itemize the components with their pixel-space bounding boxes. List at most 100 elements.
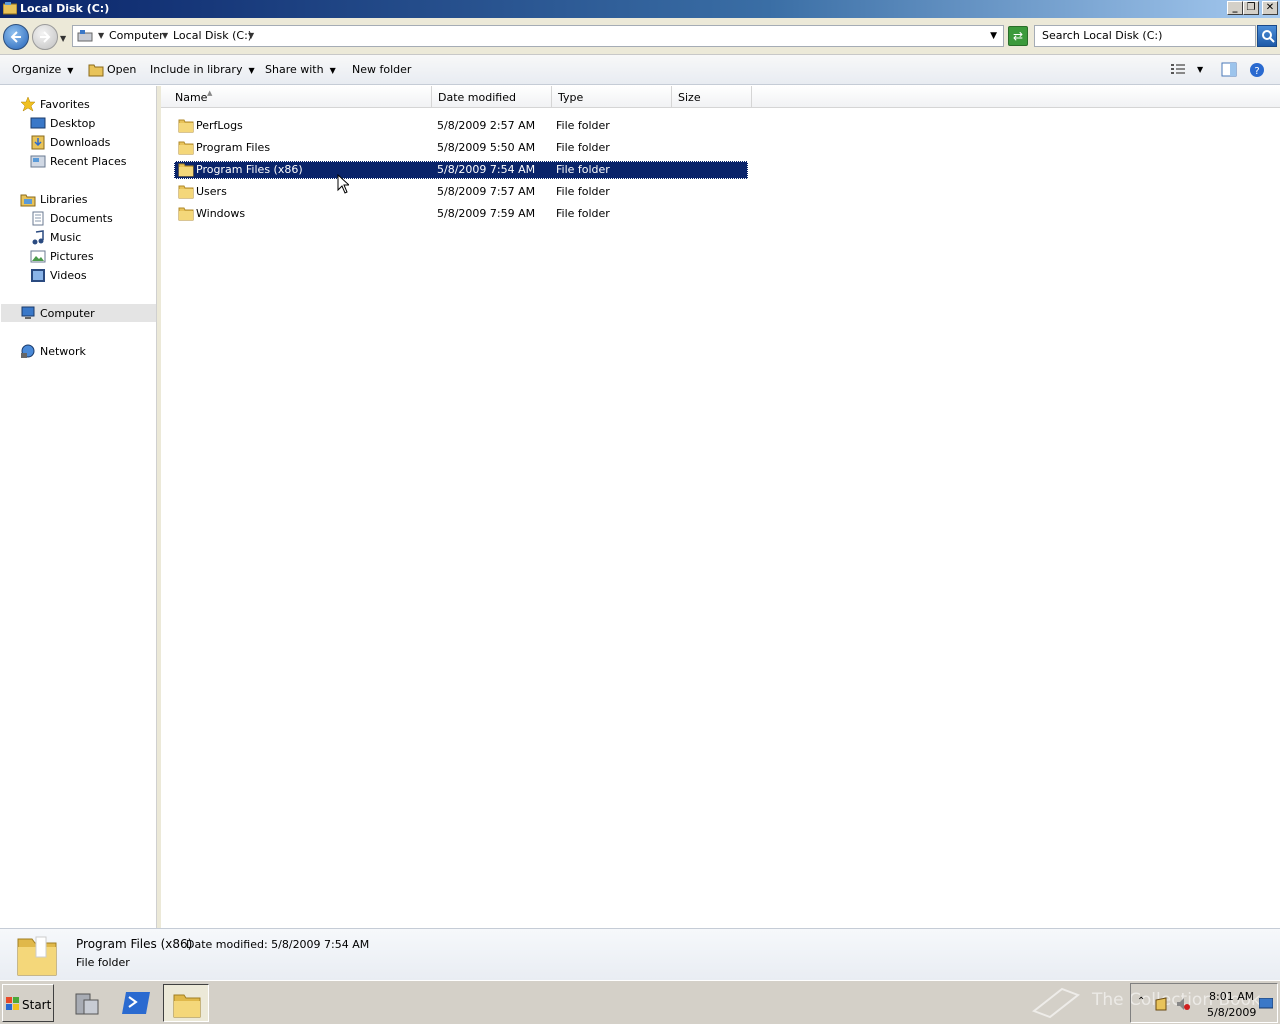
nav-recent-label: Recent Places — [50, 155, 127, 168]
start-button[interactable]: Start — [2, 984, 54, 1022]
view-options-icon[interactable] — [1170, 62, 1186, 77]
windows-logo-icon — [6, 997, 19, 1010]
videos-icon — [31, 269, 45, 282]
back-button[interactable] — [3, 24, 29, 50]
folder-icon — [178, 207, 194, 221]
taskbar-powershell[interactable] — [114, 984, 160, 1022]
file-date: 5/8/2009 7:59 AM — [437, 207, 536, 220]
title-bar: Local Disk (C:) _ ❐ ✕ — [0, 0, 1280, 18]
sort-ascending-icon: ▲ — [207, 89, 213, 97]
action-center-icon[interactable] — [1153, 996, 1169, 1012]
crumb-arrow-icon[interactable]: ▼ — [248, 31, 254, 40]
table-row-selected[interactable]: Program Files (x86) 5/8/2009 7:54 AM Fil… — [174, 161, 748, 179]
music-icon — [32, 230, 44, 245]
file-type: File folder — [556, 185, 610, 198]
taskbar-server-manager[interactable] — [64, 984, 110, 1022]
mouse-cursor-icon — [337, 174, 349, 194]
file-type: File folder — [556, 207, 610, 220]
new-folder-button[interactable]: New folder — [352, 63, 411, 76]
column-date-label: Date modified — [438, 91, 516, 104]
folder-icon — [178, 141, 194, 155]
nav-computer-label: Computer — [40, 307, 95, 320]
column-header-date[interactable]: Date modified — [432, 86, 552, 108]
nav-network-label: Network — [40, 345, 86, 358]
column-size-label: Size — [678, 91, 701, 104]
share-label: Share with — [265, 63, 324, 76]
back-arrow-icon — [10, 31, 21, 43]
show-desktop-icon[interactable] — [1259, 998, 1273, 1010]
downloads-icon — [31, 135, 45, 150]
table-row[interactable]: Program Files 5/8/2009 5:50 AM File fold… — [174, 139, 748, 157]
details-name: Program Files (x86) — [76, 937, 193, 951]
command-bar: Organize ▼ Open Include in library ▼ Share… — [0, 55, 1280, 85]
recent-places-icon — [30, 155, 46, 168]
crumb-arrow-icon[interactable]: ▼ — [162, 31, 168, 40]
server-manager-icon — [75, 993, 99, 1015]
crumb-arrow-icon[interactable]: ▼ — [98, 31, 104, 40]
open-folder-icon — [88, 64, 104, 77]
search-input[interactable]: Search Local Disk (C:) — [1034, 25, 1256, 47]
folder-icon — [178, 163, 194, 177]
documents-icon — [32, 211, 44, 226]
large-folder-icon — [17, 936, 57, 976]
show-hidden-icons-icon[interactable]: ⌃ — [1137, 996, 1145, 1007]
table-row[interactable]: PerfLogs 5/8/2009 2:57 AM File folder — [174, 117, 748, 135]
file-name: Windows — [196, 207, 246, 220]
navigation-pane: Favorites Desktop Downloads Recent Place… — [0, 86, 157, 928]
crumb-computer[interactable]: Computer — [109, 29, 164, 42]
include-in-library-button[interactable]: Include in library ▼ — [150, 63, 255, 76]
file-name: PerfLogs — [196, 119, 243, 132]
address-path[interactable]: ▼ Computer ▼ Local Disk (C:) ▼ ▼ — [72, 25, 1004, 47]
preview-pane-icon[interactable] — [1221, 62, 1237, 77]
file-name: Program Files — [196, 141, 271, 154]
share-with-button[interactable]: Share with ▼ — [265, 63, 336, 76]
network-icon — [21, 344, 35, 358]
file-list: Name ▲ Date modified Type Size PerfLogs … — [161, 86, 1280, 928]
column-name-label: Name — [175, 91, 208, 104]
address-bar: ▼ ▼ Computer ▼ Local Disk (C:) ▼ ▼ ⇄ Sea… — [0, 18, 1280, 55]
nav-pictures-label: Pictures — [50, 250, 94, 263]
column-header-name[interactable]: Name ▲ — [161, 86, 432, 108]
file-name: Users — [196, 185, 227, 198]
organize-button[interactable]: Organize ▼ — [12, 63, 73, 76]
nav-videos-label: Videos — [50, 269, 87, 282]
details-type: File folder — [76, 956, 130, 969]
desktop-icon — [30, 117, 46, 129]
forward-button[interactable] — [32, 24, 58, 50]
column-header-filler — [752, 86, 1280, 108]
column-header-size[interactable]: Size — [672, 86, 752, 108]
minimize-button[interactable]: _ — [1227, 1, 1243, 15]
search-button[interactable] — [1257, 25, 1277, 47]
search-icon — [1262, 30, 1275, 43]
table-row[interactable]: Windows 5/8/2009 7:59 AM File folder — [174, 205, 748, 223]
explorer-folder-icon — [173, 994, 201, 1018]
column-header-type[interactable]: Type — [552, 86, 672, 108]
pictures-icon — [30, 250, 46, 263]
recent-pages-dropdown[interactable]: ▼ — [60, 34, 66, 43]
taskbar-explorer[interactable] — [163, 984, 209, 1022]
volume-muted-icon[interactable] — [1175, 996, 1191, 1012]
crumb-local-disk[interactable]: Local Disk (C:) — [173, 29, 252, 42]
open-button[interactable]: Open — [107, 63, 136, 76]
watermark-book-icon — [1031, 987, 1081, 1019]
clock-time[interactable]: 8:01 AM — [1209, 990, 1254, 1003]
refresh-button[interactable]: ⇄ — [1008, 26, 1028, 46]
nav-documents-label: Documents — [50, 212, 113, 225]
address-dropdown-icon[interactable]: ▼ — [990, 31, 997, 41]
help-icon[interactable]: ? — [1249, 62, 1265, 78]
close-button[interactable]: ✕ — [1262, 1, 1278, 15]
start-label: Start — [22, 998, 52, 1012]
include-label: Include in library — [150, 63, 243, 76]
column-type-label: Type — [558, 91, 584, 104]
powershell-icon — [122, 992, 150, 1014]
details-pane: Program Files (x86) Date modified: 5/8/2… — [0, 928, 1280, 980]
explorer-icon — [3, 2, 17, 15]
nav-music-label: Music — [50, 231, 82, 244]
folder-icon — [178, 119, 194, 133]
folder-icon — [178, 185, 194, 199]
clock-date[interactable]: 5/8/2009 — [1207, 1006, 1256, 1019]
view-dropdown-icon[interactable]: ▼ — [1197, 65, 1203, 74]
restore-button[interactable]: ❐ — [1243, 1, 1259, 15]
organize-label: Organize — [12, 63, 62, 76]
table-row[interactable]: Users 5/8/2009 7:57 AM File folder — [174, 183, 748, 201]
